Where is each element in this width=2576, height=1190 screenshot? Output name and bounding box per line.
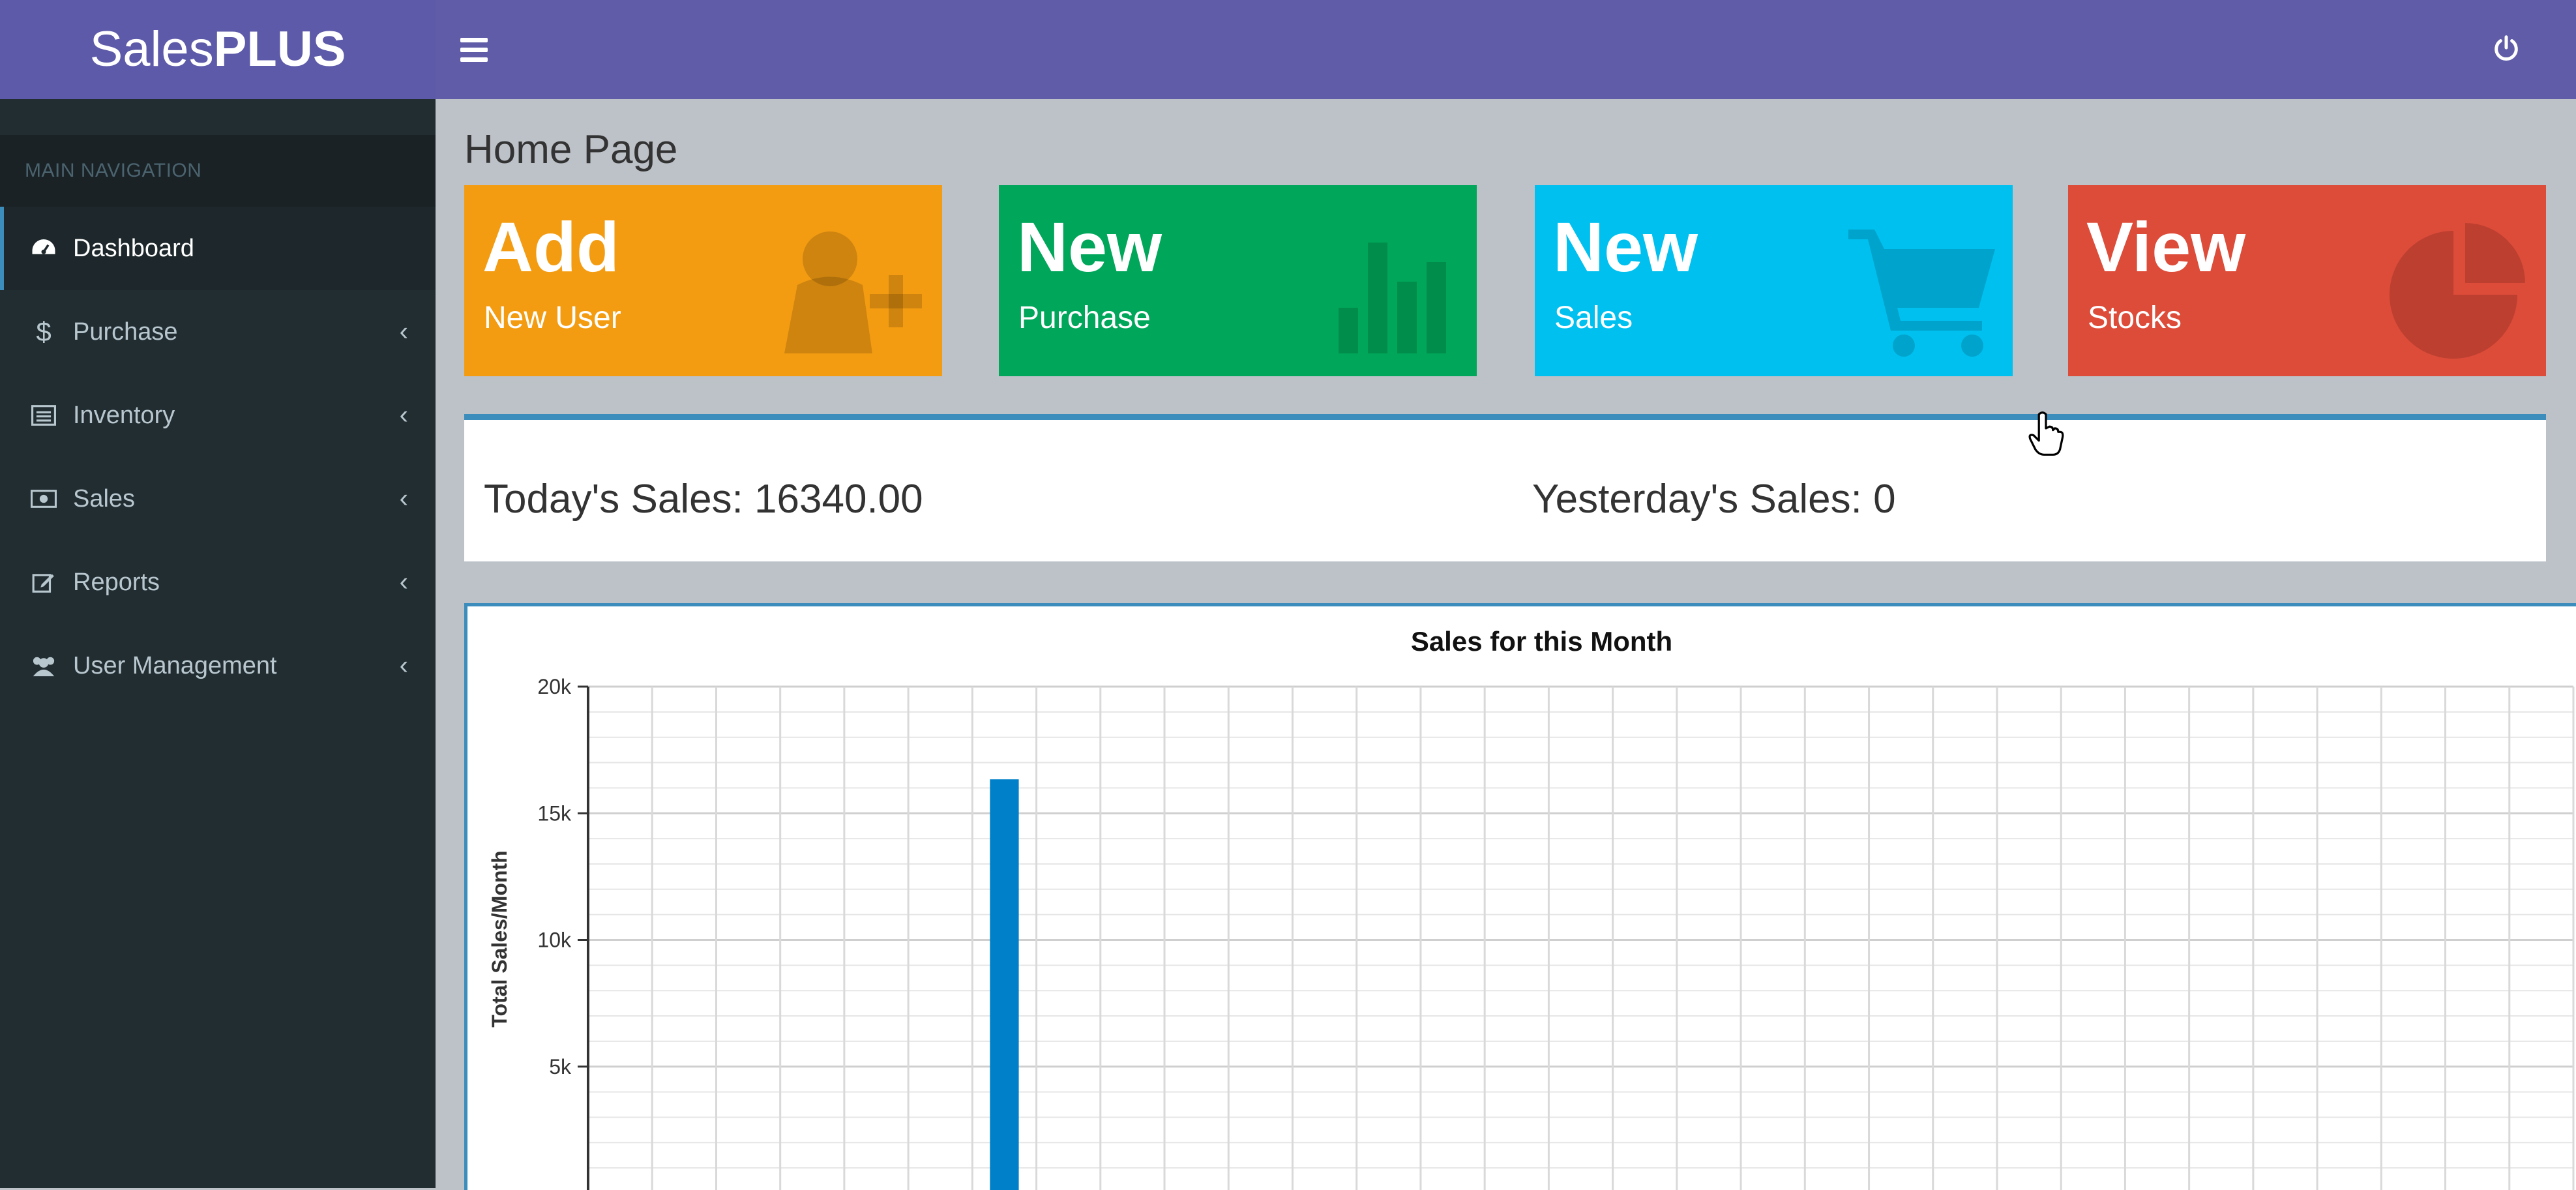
chevron-left-icon: ‹ [399,317,408,346]
sales-chart-box: 5k 10k 15k 20k Sales for this Month Total Sal… [464,603,2576,1190]
y-tick-label: 10k [537,929,572,952]
tile-subtitle: Purchase [1018,301,1151,335]
sidebar-header: MAIN NAVIGATION [0,135,436,207]
tile-subtitle: New User [484,301,621,335]
sidebar-item-label: Inventory [73,401,175,429]
app-logo[interactable]: SalesPLUS [0,0,436,99]
tile-subtitle: Sales [1554,301,1633,335]
sidebar-item-label: Purchase [73,318,178,346]
logo-bold: PLUS [213,22,346,77]
tile-title: View [2086,207,2246,286]
sidebar-item-purchase[interactable]: $ Purchase ‹ [0,290,436,374]
sidebar-item-sales[interactable]: Sales ‹ [0,457,436,541]
sidebar-item-label: Sales [73,484,136,513]
dollar-icon: $ [36,316,52,347]
pie-chart-icon [2390,223,2525,359]
yesterday-sales: Yesterday's Sales: 0 [1532,477,1896,522]
chevron-left-icon: ‹ [399,567,408,597]
bar-day-7 [990,779,1019,1190]
sidebar-item-label: Dashboard [73,234,194,262]
user-plus-icon [784,231,922,353]
users-icon [27,649,60,682]
view-stocks-tile[interactable]: View Stocks [2068,185,2546,376]
money-icon [27,483,60,515]
bar-chart-icon [1339,243,1446,353]
sidebar: MAIN NAVIGATION Dashboard $ Purchase ‹ I… [0,99,436,1188]
dashboard-icon [27,232,60,265]
new-purchase-tile[interactable]: New Purchase [999,185,1477,376]
new-sales-tile[interactable]: New Sales [1535,185,2013,376]
hand-cursor-icon [2028,411,2064,456]
chart-title: Sales for this Month [1411,626,1672,657]
sidebar-item-user-management[interactable]: User Management ‹ [0,624,436,707]
sidebar-item-inventory[interactable]: Inventory ‹ [0,374,436,457]
tile-title: New [1017,207,1162,286]
hamburger-icon[interactable] [460,31,488,68]
sidebar-item-reports[interactable]: Reports ‹ [0,541,436,624]
chevron-left-icon: ‹ [399,400,408,430]
main-content: Home Page Add New User New Purchase New [436,99,2576,1190]
y-tick-label: 5k [549,1055,572,1078]
tile-title: Add [482,207,619,286]
chevron-left-icon: ‹ [399,484,408,513]
tile-title: New [1553,207,1698,286]
top-navbar [436,0,2576,99]
power-icon[interactable] [2491,34,2521,64]
page-title: Home Page [464,127,678,172]
logo-regular: Sales [89,22,214,77]
sidebar-item-dashboard[interactable]: Dashboard [0,207,436,290]
add-user-tile[interactable]: Add New User [464,185,942,376]
today-sales: Today's Sales: 16340.00 [484,477,923,522]
y-tick-label: 20k [537,675,572,698]
y-axis-label: Total Sales/Month [488,850,511,1027]
sales-summary-box: Today's Sales: 16340.00 Yesterday's Sale… [464,414,2546,561]
y-tick-label: 15k [537,801,572,825]
sales-chart: 5k 10k 15k 20k Sales for this Month Total Sal… [488,626,2575,1190]
edit-icon [27,566,60,599]
sidebar-item-label: User Management [73,651,277,679]
sidebar-item-label: Reports [73,568,160,596]
list-icon [27,399,60,432]
tile-subtitle: Stocks [2088,301,2182,335]
shopping-cart-icon [1848,230,1995,357]
chevron-left-icon: ‹ [399,651,408,680]
